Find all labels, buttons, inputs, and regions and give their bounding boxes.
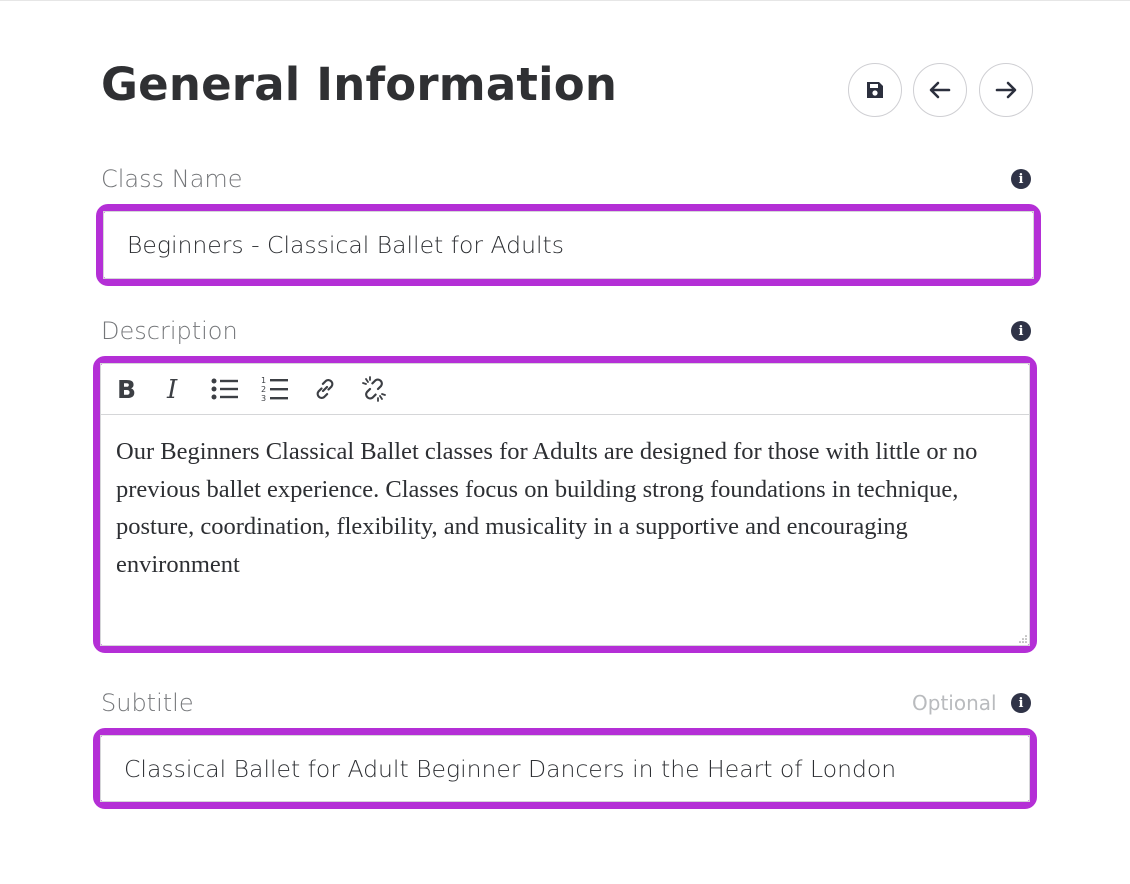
top-divider: [0, 0, 1130, 1]
svg-text:B: B: [117, 376, 136, 402]
description-info-icon[interactable]: i: [1011, 321, 1031, 341]
italic-icon: I: [166, 376, 178, 402]
link-button[interactable]: [307, 371, 343, 407]
unlink-button[interactable]: [356, 371, 392, 407]
numbered-list-icon: 1 2 3: [261, 376, 288, 402]
svg-text:3: 3: [261, 394, 266, 402]
subtitle-label: Subtitle: [101, 689, 194, 717]
class-name-input[interactable]: [127, 211, 1024, 279]
forward-button[interactable]: [979, 63, 1033, 117]
subtitle-input[interactable]: [124, 735, 1020, 802]
save-button[interactable]: [848, 63, 902, 117]
svg-text:I: I: [166, 376, 178, 402]
svg-text:1: 1: [261, 376, 266, 385]
optional-tag: Optional: [912, 691, 997, 715]
class-name-info-icon[interactable]: i: [1011, 169, 1031, 189]
class-name-label: Class Name: [101, 165, 243, 193]
bold-icon: B: [117, 376, 136, 402]
description-field-container: B I 1 2 3 Our Beginners Classical Ballet…: [93, 356, 1037, 653]
arrow-left-icon: [929, 81, 951, 99]
resize-handle-icon[interactable]: [1019, 635, 1027, 643]
link-icon: [316, 379, 334, 399]
class-name-field-container: [96, 204, 1041, 286]
subtitle-field-container: [93, 728, 1037, 809]
bold-button[interactable]: B: [108, 371, 144, 407]
bullet-list-icon: [211, 378, 238, 400]
italic-button[interactable]: I: [157, 371, 193, 407]
page-title: General Information: [101, 58, 618, 111]
back-button[interactable]: [913, 63, 967, 117]
description-label: Description: [101, 317, 238, 345]
bullet-list-button[interactable]: [207, 371, 243, 407]
description-editor[interactable]: Our Beginners Classical Ballet classes f…: [116, 433, 1012, 583]
arrow-right-icon: [995, 81, 1017, 99]
svg-text:2: 2: [261, 385, 266, 394]
subtitle-info-icon[interactable]: i: [1011, 693, 1031, 713]
rich-text-toolbar: B I 1 2 3: [100, 363, 1030, 415]
numbered-list-button[interactable]: 1 2 3: [257, 371, 293, 407]
unlink-icon: [362, 376, 386, 402]
save-icon: [867, 82, 883, 98]
